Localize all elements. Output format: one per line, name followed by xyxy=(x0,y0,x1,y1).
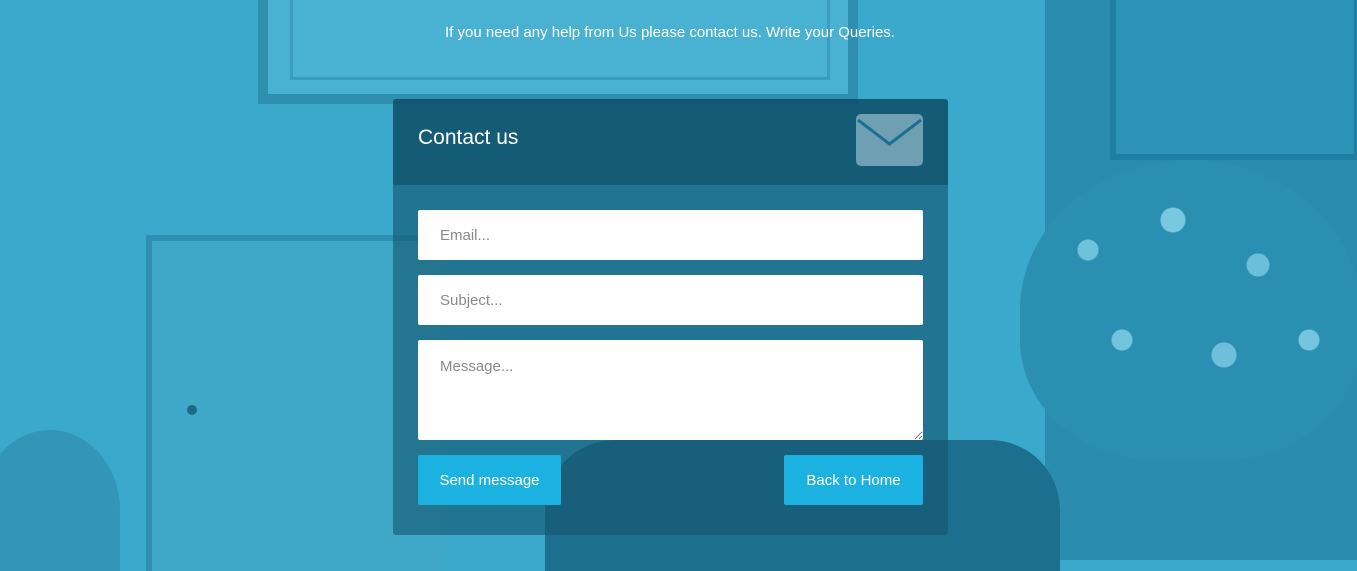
door-knob xyxy=(187,405,197,415)
email-field[interactable] xyxy=(418,210,923,260)
flower-pot xyxy=(1020,160,1357,460)
contact-title: Contact us xyxy=(418,126,519,149)
form-actions: Send message Back to Home xyxy=(418,455,923,505)
envelope-icon xyxy=(856,114,923,166)
intro-text: If you need any help from Us please cont… xyxy=(445,24,895,41)
contact-form: Send message Back to Home xyxy=(393,185,948,505)
contact-panel-header: Contact us xyxy=(393,99,948,185)
message-field[interactable] xyxy=(418,340,923,440)
contact-panel: Contact us Send message Back to Home xyxy=(393,99,948,535)
subject-field[interactable] xyxy=(418,275,923,325)
back-to-home-button[interactable]: Back to Home xyxy=(784,455,923,505)
send-message-button[interactable]: Send message xyxy=(418,455,561,505)
bush xyxy=(0,430,120,571)
